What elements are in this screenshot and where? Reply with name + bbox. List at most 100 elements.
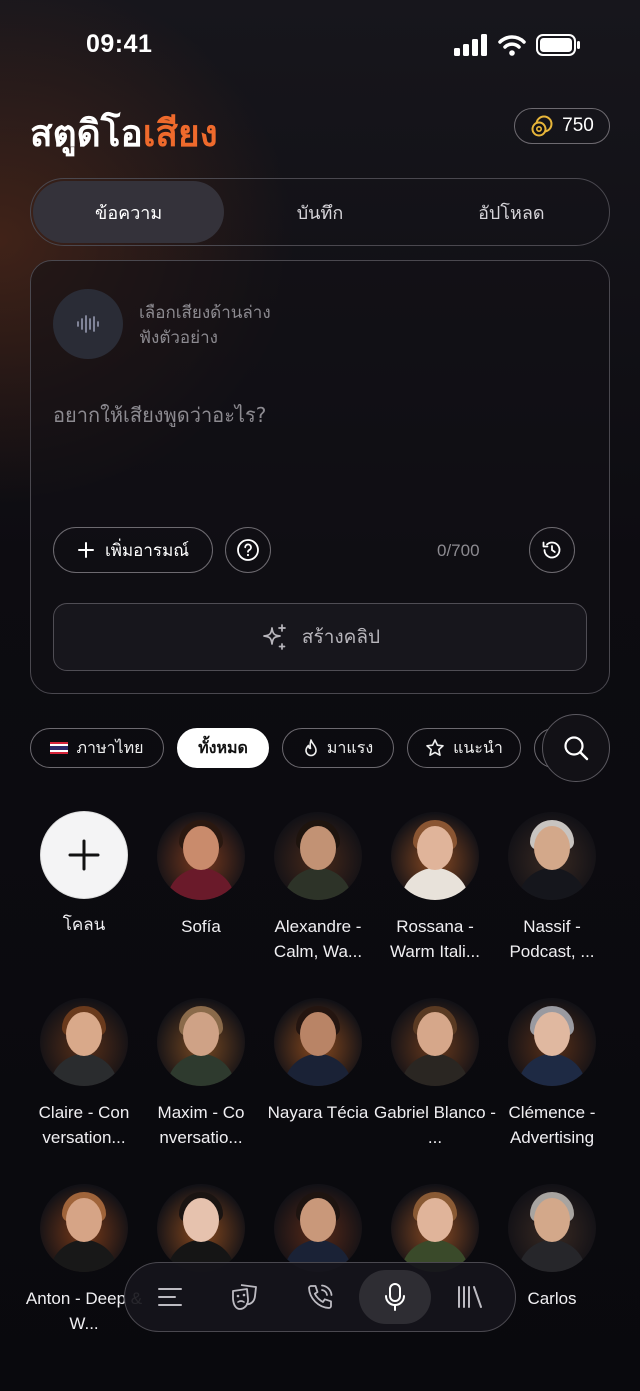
voice-avatar[interactable] bbox=[274, 998, 362, 1086]
voice-card[interactable]: Anton - Deep & W... bbox=[25, 1184, 143, 1336]
voice-name: Claire - Con versation... bbox=[38, 1103, 130, 1147]
credits-count: 750 bbox=[562, 115, 594, 136]
avatar-body bbox=[167, 1054, 235, 1086]
voice-avatar[interactable] bbox=[274, 812, 362, 900]
avatar-body bbox=[518, 1054, 586, 1086]
search-button[interactable] bbox=[542, 714, 610, 782]
avatar-face bbox=[534, 826, 570, 870]
voice-avatar[interactable] bbox=[391, 812, 479, 900]
avatar-face bbox=[183, 826, 219, 870]
voice-card[interactable]: Sofía bbox=[142, 812, 260, 939]
history-button[interactable] bbox=[529, 527, 575, 573]
voice-name: Rossana - Warm Itali... bbox=[389, 917, 481, 961]
tab-upload[interactable]: อัปโหลด bbox=[416, 181, 607, 243]
voice-avatar[interactable] bbox=[40, 1184, 128, 1272]
filter-all[interactable]: ทั้งหมด bbox=[177, 728, 269, 768]
status-time: 09:41 bbox=[86, 30, 153, 58]
nav-voice[interactable] bbox=[358, 1270, 431, 1324]
voice-filters: ภาษาไทย ทั้งหมด มาแรง แนะนำ bbox=[30, 728, 550, 768]
thai-flag-icon bbox=[50, 742, 69, 754]
voice-avatar[interactable] bbox=[40, 998, 128, 1086]
add-emotion-button[interactable]: เพิ่มอารมณ์ bbox=[53, 527, 213, 573]
add-emotion-label: เพิ่มอารมณ์ bbox=[104, 540, 190, 561]
avatar-face bbox=[66, 1012, 102, 1056]
nav-menu[interactable] bbox=[134, 1270, 206, 1324]
voice-avatar[interactable] bbox=[508, 812, 596, 900]
clone-button[interactable] bbox=[41, 812, 127, 898]
voice-avatar[interactable] bbox=[157, 1184, 245, 1272]
status-icons bbox=[454, 34, 582, 56]
avatar-body bbox=[167, 868, 235, 900]
voice-hint-line1: เลือกเสียงด้านล่าง bbox=[139, 303, 271, 323]
filter-trending-label: มาแรง bbox=[326, 737, 374, 757]
avatar-body bbox=[50, 1240, 118, 1272]
voice-card[interactable]: Clémence - Advertising bbox=[493, 998, 611, 1150]
help-button[interactable] bbox=[225, 527, 271, 573]
bottom-nav bbox=[124, 1262, 516, 1332]
text-input[interactable]: อยากให้เสียงพูดว่าอะไร? bbox=[53, 399, 266, 431]
voice-avatar[interactable] bbox=[508, 1184, 596, 1272]
voice-avatar[interactable] bbox=[508, 998, 596, 1086]
voice-name: Gabriel Blanco - ... bbox=[374, 1103, 496, 1147]
voice-name: Clémence - Advertising bbox=[508, 1103, 596, 1147]
avatar-body bbox=[518, 868, 586, 900]
avatar-face bbox=[417, 826, 453, 870]
filter-recommended[interactable]: แนะนำ bbox=[407, 728, 521, 768]
voice-name: โคลน bbox=[62, 915, 106, 934]
avatar-body bbox=[50, 1054, 118, 1086]
avatar-body bbox=[518, 1240, 586, 1272]
create-clip-button[interactable]: สร้างคลิป bbox=[53, 603, 587, 671]
avatar-face bbox=[300, 826, 336, 870]
voice-card[interactable]: Rossana - Warm Itali... bbox=[376, 812, 494, 964]
voice-card[interactable]: Nassif - Podcast, ... bbox=[493, 812, 611, 964]
avatar-face bbox=[534, 1198, 570, 1242]
avatar-face bbox=[183, 1012, 219, 1056]
voice-card[interactable]: Alexandre - Calm, Wa... bbox=[259, 812, 377, 964]
plus-icon bbox=[77, 542, 94, 558]
tab-record[interactable]: บันทึก bbox=[224, 181, 415, 243]
filter-language[interactable]: ภาษาไทย bbox=[30, 728, 164, 768]
voice-hint: เลือกเสียงด้านล่าง ฟังตัวอย่าง bbox=[139, 301, 271, 351]
avatar-face bbox=[417, 1198, 453, 1242]
phone-icon bbox=[308, 1284, 333, 1309]
char-counter: 0/700 bbox=[437, 541, 480, 560]
selected-voice-avatar[interactable] bbox=[53, 289, 123, 359]
avatar-body bbox=[284, 868, 352, 900]
voice-avatar[interactable] bbox=[391, 1184, 479, 1272]
signal-icon bbox=[454, 34, 487, 56]
voice-card[interactable]: Maxim - Co nversatio... bbox=[142, 998, 260, 1150]
battery-icon bbox=[536, 34, 580, 56]
voice-card[interactable]: Nayara Técia bbox=[259, 998, 377, 1125]
clone-voice-card[interactable]: โคลน bbox=[25, 812, 143, 937]
flame-icon bbox=[305, 739, 317, 757]
credits-badge[interactable]: 750 bbox=[514, 108, 610, 144]
avatar-body bbox=[284, 1054, 352, 1086]
voice-avatar[interactable] bbox=[391, 998, 479, 1086]
avatar-face bbox=[66, 1198, 102, 1242]
tab-text[interactable]: ข้อความ bbox=[33, 181, 225, 243]
avatar-face bbox=[417, 1012, 453, 1056]
voice-avatar[interactable] bbox=[274, 1184, 362, 1272]
avatar-body bbox=[401, 868, 469, 900]
avatar-face bbox=[534, 1012, 570, 1056]
filter-language-label: ภาษาไทย bbox=[76, 737, 144, 757]
page-title: สตูดิโอเสียง bbox=[30, 104, 218, 163]
search-icon bbox=[564, 736, 589, 761]
coins-icon bbox=[531, 115, 553, 137]
nav-characters[interactable] bbox=[209, 1270, 281, 1324]
nav-calls[interactable] bbox=[284, 1270, 356, 1324]
filter-trending[interactable]: มาแรง bbox=[282, 728, 394, 768]
avatar-face bbox=[183, 1198, 219, 1242]
library-icon bbox=[457, 1286, 482, 1308]
voice-hint-line2: ฟังตัวอย่าง bbox=[139, 328, 218, 348]
voice-avatar[interactable] bbox=[157, 998, 245, 1086]
voice-card[interactable]: Claire - Con versation... bbox=[25, 998, 143, 1150]
status-bar: 09:41 bbox=[0, 0, 640, 96]
voice-avatar[interactable] bbox=[157, 812, 245, 900]
avatar-body bbox=[401, 1054, 469, 1086]
masks-icon bbox=[232, 1284, 258, 1310]
title-accent: เสียง bbox=[142, 112, 218, 155]
nav-library[interactable] bbox=[434, 1270, 506, 1324]
waveform-icon bbox=[77, 315, 99, 333]
voice-card[interactable]: Gabriel Blanco - ... bbox=[374, 998, 496, 1150]
